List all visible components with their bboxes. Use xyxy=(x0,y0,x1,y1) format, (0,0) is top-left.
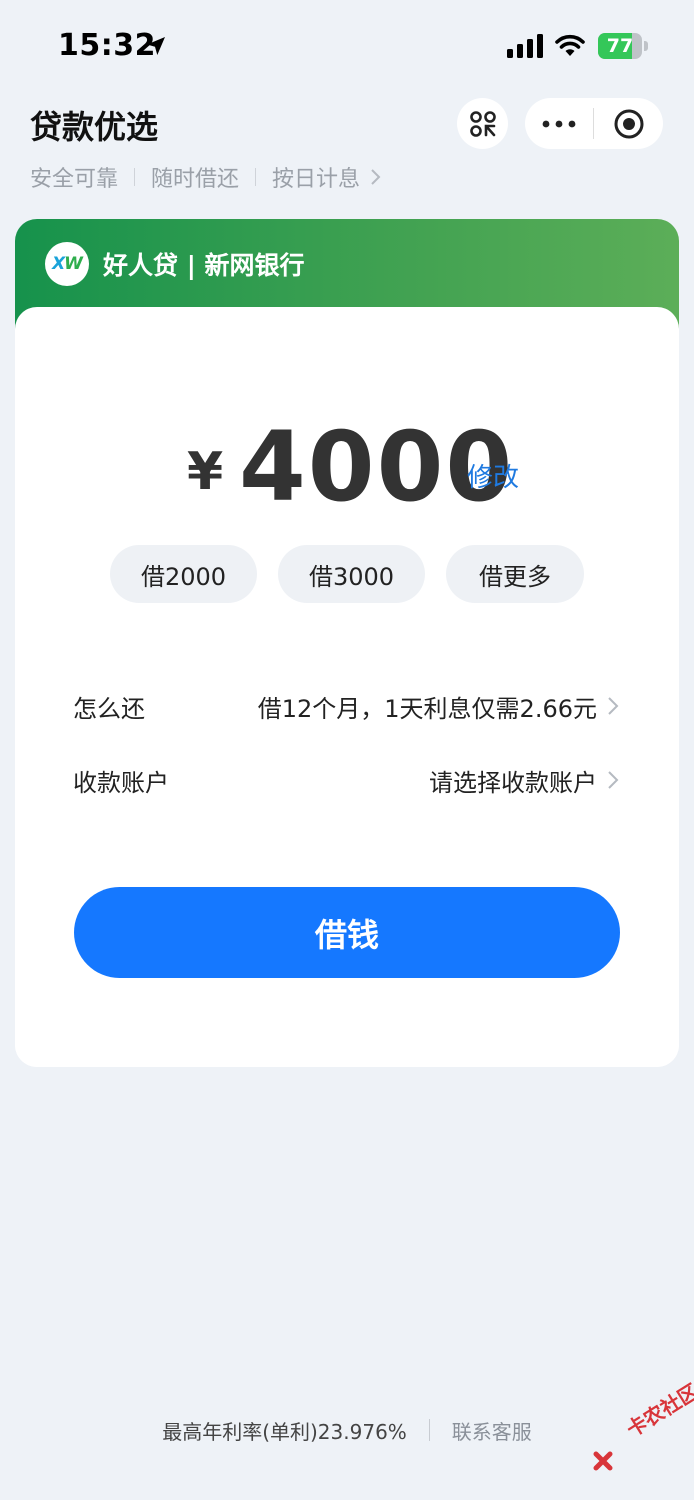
edit-amount-link[interactable]: 修改 xyxy=(467,457,519,494)
feature-tags[interactable]: 安全可靠 随时借还 按日计息 xyxy=(30,161,382,193)
target-close-icon xyxy=(614,109,643,138)
amount-chip-3000[interactable]: 借3000 xyxy=(278,545,425,603)
amount-chip-more[interactable]: 借更多 xyxy=(446,545,584,603)
scan-button[interactable] xyxy=(457,98,508,149)
loan-form: ¥ 4000 修改 借2000 借3000 借更多 怎么还 借12个月，1天利息… xyxy=(15,307,679,1067)
currency-symbol: ¥ xyxy=(187,442,224,502)
contact-service-link[interactable]: 联系客服 xyxy=(452,1416,532,1445)
tag-flexible: 随时借还 xyxy=(151,167,240,192)
annual-rate-text: 最高年利率(单利)23.976% xyxy=(162,1419,407,1444)
scan-code-icon xyxy=(469,110,496,137)
battery-level: 77 xyxy=(606,35,634,57)
close-button[interactable] xyxy=(594,98,663,149)
location-arrow-icon xyxy=(147,37,165,55)
borrow-button[interactable]: 借钱 xyxy=(74,887,620,978)
cellular-signal-icon xyxy=(507,34,543,58)
more-button[interactable] xyxy=(525,98,593,149)
lender-logo: XW xyxy=(45,242,89,286)
tag-safe: 安全可靠 xyxy=(30,167,119,192)
divider xyxy=(134,168,136,186)
repayment-value: 借12个月，1天利息仅需2.66元 xyxy=(257,694,597,723)
mini-program-capsule xyxy=(525,98,663,149)
account-value: 请选择收款账户 xyxy=(429,768,597,797)
account-label: 收款账户 xyxy=(73,768,169,797)
page-title: 贷款优选 xyxy=(30,108,159,146)
loan-card: XW 好人贷 | 新网银行 ¥ 4000 修改 借2000 借3000 借更多 … xyxy=(15,219,679,1067)
battery-icon: 77 xyxy=(598,33,648,59)
status-bar: 15:32 77 xyxy=(0,0,694,92)
chevron-right-icon xyxy=(608,697,619,715)
more-dots-icon xyxy=(542,120,576,127)
status-time: 15:32 xyxy=(58,28,156,63)
repayment-row[interactable]: 怎么还 借12个月，1天利息仅需2.66元 xyxy=(73,681,619,731)
repayment-label: 怎么还 xyxy=(73,694,145,723)
account-row[interactable]: 收款账户 请选择收款账户 xyxy=(73,755,619,805)
wifi-icon xyxy=(555,34,585,56)
tag-daily-interest: 按日计息 xyxy=(272,167,361,192)
lender-name: 好人贷 | 新网银行 xyxy=(103,251,305,280)
divider xyxy=(255,168,257,186)
divider xyxy=(428,1419,430,1441)
amount-chip-2000[interactable]: 借2000 xyxy=(110,545,257,603)
chevron-right-icon xyxy=(371,169,381,185)
chevron-right-icon xyxy=(608,771,619,789)
amount-display: ¥ 4000 修改 xyxy=(15,412,679,522)
